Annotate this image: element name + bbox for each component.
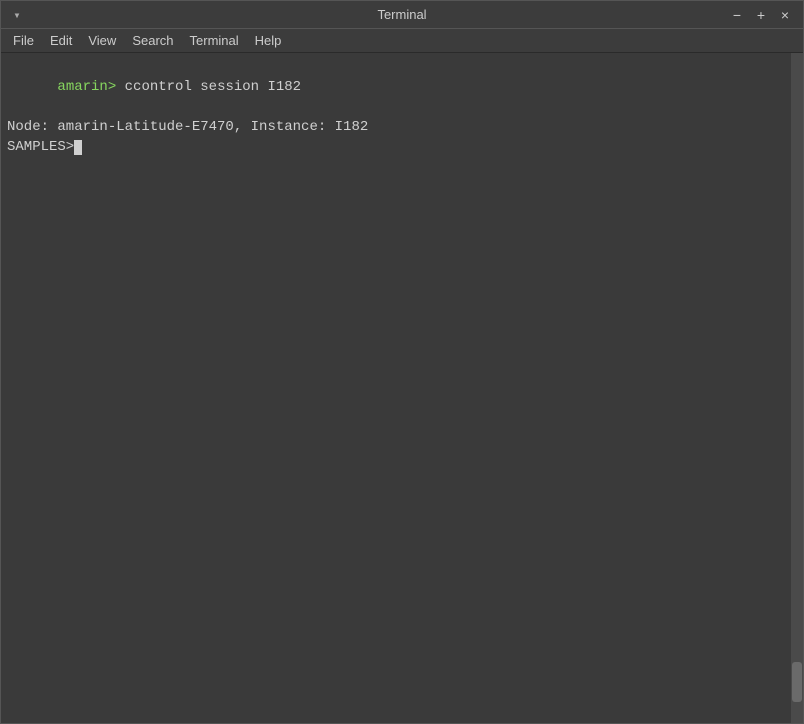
terminal-prompt-char: > bbox=[108, 79, 116, 95]
menu-search[interactable]: Search bbox=[124, 31, 181, 50]
terminal-icon: ▾ bbox=[9, 7, 25, 23]
terminal-prompt: SAMPLES> bbox=[7, 137, 74, 157]
terminal-window: ▾ Terminal − + × File Edit View Search T… bbox=[0, 0, 804, 724]
terminal-line-2: Node: amarin-Latitude-E7470, Instance: I… bbox=[7, 117, 797, 137]
terminal-line-3: SAMPLES> bbox=[7, 137, 797, 157]
window-title: Terminal bbox=[377, 7, 426, 22]
menu-terminal[interactable]: Terminal bbox=[182, 31, 247, 50]
terminal-command: ccontrol session I182 bbox=[116, 79, 301, 95]
menu-edit[interactable]: Edit bbox=[42, 31, 80, 50]
terminal-line-1: amarin> ccontrol session I182 bbox=[7, 57, 797, 117]
close-button[interactable]: × bbox=[775, 5, 795, 25]
menu-view[interactable]: View bbox=[80, 31, 124, 50]
minimize-button[interactable]: − bbox=[727, 5, 747, 25]
terminal-user: amarin bbox=[57, 79, 107, 95]
terminal-area[interactable]: amarin> ccontrol session I182 Node: amar… bbox=[1, 53, 803, 723]
menu-file[interactable]: File bbox=[5, 31, 42, 50]
title-bar-left: ▾ bbox=[9, 7, 31, 23]
menu-bar: File Edit View Search Terminal Help bbox=[1, 29, 803, 53]
scrollbar-thumb[interactable] bbox=[792, 662, 802, 702]
scrollbar[interactable] bbox=[791, 53, 803, 723]
terminal-cursor bbox=[74, 140, 82, 155]
maximize-button[interactable]: + bbox=[751, 5, 771, 25]
menu-help[interactable]: Help bbox=[247, 31, 290, 50]
window-controls: − + × bbox=[727, 5, 795, 25]
title-bar: ▾ Terminal − + × bbox=[1, 1, 803, 29]
